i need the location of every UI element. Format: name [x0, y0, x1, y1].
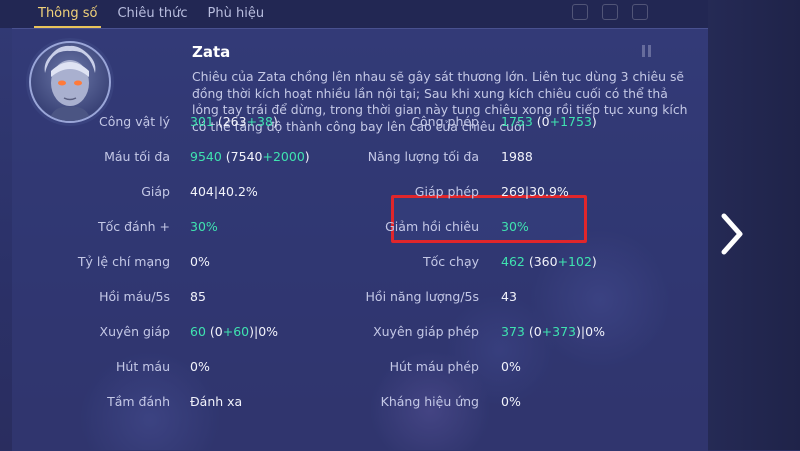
- stat-row: Xuyên giáp phép 373 (0+373)|0%: [12, 322, 708, 342]
- stat-percent: |30.9%: [524, 184, 569, 199]
- stat-value: 0%: [501, 357, 521, 377]
- stat-suffix: ): [591, 254, 597, 269]
- stat-suffix: ): [591, 114, 597, 129]
- stat-value: 1753 (0+1753): [501, 112, 597, 132]
- stat-percent: |0%: [580, 324, 605, 339]
- stat-main-value: 43: [501, 289, 517, 304]
- stat-row: Hút máu phép 0%: [12, 357, 708, 377]
- stat-row: Tốc chạy 462 (360+102): [12, 252, 708, 272]
- stat-row: Công phép 1753 (0+1753): [12, 112, 708, 132]
- tab-bar: Thông số Chiêu thức Phù hiệu: [0, 0, 708, 28]
- next-arrow-button[interactable]: [718, 212, 748, 256]
- stat-main-value: 373: [501, 324, 525, 339]
- stat-row: Hồi năng lượng/5s 43: [12, 287, 708, 307]
- stat-label: Kháng hiệu ứng: [380, 394, 479, 409]
- stat-label: Tốc chạy: [423, 254, 479, 269]
- stat-main-value: 0%: [501, 359, 521, 374]
- tab-skills[interactable]: Chiêu thức: [109, 6, 195, 28]
- stat-value: 43: [501, 287, 517, 307]
- hero-portrait-icon: [44, 45, 96, 121]
- stat-label: Giảm hồi chiêu: [385, 219, 479, 234]
- stat-label: Hút máu phép: [389, 359, 479, 374]
- stat-value: 373 (0+373)|0%: [501, 322, 605, 342]
- stat-main-value: 462: [501, 254, 525, 269]
- stat-value: 1988: [501, 147, 533, 167]
- hero-name: Zata: [192, 43, 231, 61]
- stat-row: Giáp phép 269|30.9%: [12, 182, 708, 202]
- stat-base-value: (360: [524, 254, 558, 269]
- stat-label: Năng lượng tối đa: [367, 149, 479, 164]
- stat-label: Hồi năng lượng/5s: [365, 289, 479, 304]
- stat-main-value: 0%: [501, 394, 521, 409]
- stat-main-value: 1753: [501, 114, 533, 129]
- stat-value: 30%: [501, 217, 529, 237]
- tab-emblems[interactable]: Phù hiệu: [200, 6, 273, 28]
- menu-icon: [632, 4, 648, 20]
- stat-value: 0%: [501, 392, 521, 412]
- stats-panel: Zata Chiêu của Zata chồng lên nhau sẽ gâ…: [12, 28, 708, 451]
- stat-value: 269|30.9%: [501, 182, 569, 202]
- stat-bonus-value: +1753: [549, 114, 592, 129]
- stat-main-value: 269: [501, 184, 525, 199]
- tab-stats[interactable]: Thông số: [30, 6, 105, 28]
- stat-bonus-value: +373: [541, 324, 577, 339]
- stat-bonus-value: +102: [557, 254, 592, 269]
- stat-value: 462 (360+102): [501, 252, 597, 272]
- stat-row: Giảm hồi chiêu 30%: [12, 217, 708, 237]
- stat-label: Giáp phép: [414, 184, 479, 199]
- tab-bar-icons: [572, 4, 648, 20]
- stat-row: Năng lượng tối đa 1988: [12, 147, 708, 167]
- menu-icon: [572, 4, 588, 20]
- stat-main-value: 30%: [501, 219, 529, 234]
- stat-label: Công phép: [411, 114, 479, 129]
- hero-portrait: [29, 41, 111, 123]
- stat-base-value: (0: [532, 114, 550, 129]
- stat-row: Kháng hiệu ứng 0%: [12, 392, 708, 412]
- stat-main-value: 1988: [501, 149, 533, 164]
- pause-icon: [642, 45, 651, 57]
- chevron-right-icon: [721, 213, 743, 255]
- stat-label: Xuyên giáp phép: [373, 324, 479, 339]
- stat-base-value: (0: [524, 324, 542, 339]
- menu-icon: [602, 4, 618, 20]
